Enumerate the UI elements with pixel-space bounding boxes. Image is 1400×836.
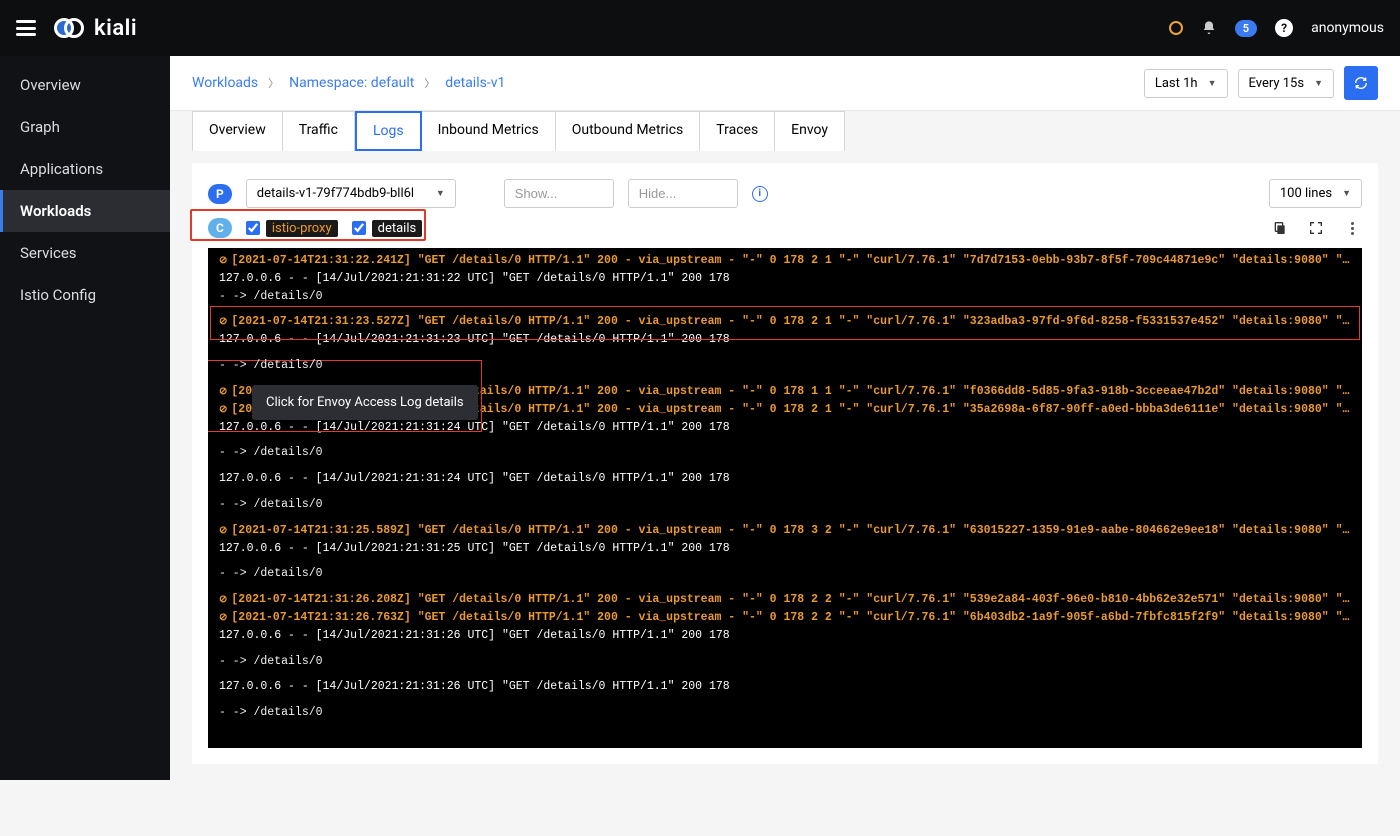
show-filter-input[interactable] [504,179,614,208]
envoy-log-tooltip: Click for Envoy Access Log details [252,385,478,420]
topbar-right: 5 ? anonymous [1169,19,1384,37]
main: Workloads 〉 Namespace: default 〉 details… [170,56,1400,780]
tab-overview[interactable]: Overview [192,111,283,151]
log-line: - -> /details/0 [216,565,1354,583]
log-controls-row-2: C istio-proxy details [208,218,1362,238]
app-name: kiali [94,16,137,41]
breadcrumb-item[interactable]: details-v1 [445,75,505,91]
log-viewer[interactable]: [2021-07-14T21:31:22.241Z] "GET /details… [208,248,1362,748]
log-line: 127.0.0.6 - - [14/Jul/2021:21:31:24 UTC]… [216,419,1354,437]
logo-icon [54,16,86,40]
tabs: OverviewTrafficLogsInbound MetricsOutbou… [170,111,1400,151]
log-line: - -> /details/0 [216,496,1354,514]
sidebar-item-istio-config[interactable]: Istio Config [0,274,170,316]
logs-panel: P details-v1-79f774bdb9-bll6l ▼ i 100 li… [192,163,1378,764]
app-logo[interactable]: kiali [54,16,137,41]
log-line[interactable]: [2021-07-14T21:31:25.589Z] "GET /details… [216,522,1354,540]
container-details-toggle[interactable]: details [352,220,423,237]
info-icon[interactable]: i [752,186,768,202]
pod-pill: P [208,184,232,204]
tab-traces[interactable]: Traces [700,111,775,151]
kebab-menu-icon[interactable] [1342,218,1362,238]
log-line: 127.0.0.6 - - [14/Jul/2021:21:31:26 UTC]… [216,678,1354,696]
breadcrumb-item[interactable]: Workloads [192,75,258,91]
line-count-label: 100 lines [1280,186,1332,201]
topbar: kiali 5 ? anonymous [0,0,1400,56]
tab-logs[interactable]: Logs [355,111,422,151]
line-count-select[interactable]: 100 lines ▼ [1269,179,1362,208]
log-line: 127.0.0.6 - - [14/Jul/2021:21:31:22 UTC]… [216,270,1354,288]
container-details-label: details [372,220,423,237]
help-icon[interactable]: ? [1275,19,1293,37]
notification-count-badge[interactable]: 5 [1235,20,1257,37]
caret-down-icon: ▼ [1314,78,1323,89]
breadcrumb-item[interactable]: Namespace: default [289,75,414,91]
refresh-interval-select[interactable]: Every 15s ▼ [1238,69,1334,98]
tooltip-text: Click for Envoy Access Log details [266,395,464,410]
log-line: - -> /details/0 [216,704,1354,722]
log-line: 127.0.0.6 - - [14/Jul/2021:21:31:25 UTC]… [216,540,1354,558]
fullscreen-icon[interactable] [1306,218,1326,238]
log-line: - -> /details/0 [216,288,1354,306]
container-istio-proxy-label: istio-proxy [266,220,338,237]
log-line: 127.0.0.6 - - [14/Jul/2021:21:31:24 UTC]… [216,470,1354,488]
chevron-right-icon: 〉 [424,75,435,91]
caret-down-icon: ▼ [1208,78,1217,89]
tab-traffic[interactable]: Traffic [283,111,355,151]
notification-bell-icon[interactable] [1201,20,1217,36]
log-line[interactable]: [2021-07-14T21:31:22.241Z] "GET /details… [216,252,1354,270]
log-line: - -> /details/0 [216,444,1354,462]
log-line: - -> /details/0 [216,653,1354,671]
container-pill: C [208,218,232,238]
breadcrumb: Workloads 〉 Namespace: default 〉 details… [192,75,505,91]
caret-down-icon: ▼ [1342,188,1351,199]
time-range-select[interactable]: Last 1h ▼ [1144,69,1228,98]
log-line[interactable]: [2021-07-14T21:31:23.527Z] "GET /details… [216,313,1354,331]
user-label[interactable]: anonymous [1311,20,1384,36]
refresh-interval-label: Every 15s [1249,76,1305,91]
sidebar-item-services[interactable]: Services [0,232,170,274]
pod-select[interactable]: details-v1-79f774bdb9-bll6l ▼ [246,179,456,208]
tab-inbound-metrics[interactable]: Inbound Metrics [422,111,556,151]
log-line: 127.0.0.6 - - [14/Jul/2021:21:31:23 UTC]… [216,331,1354,349]
sidebar-item-overview[interactable]: Overview [0,64,170,106]
sidebar-item-graph[interactable]: Graph [0,106,170,148]
log-controls-row-1: P details-v1-79f774bdb9-bll6l ▼ i 100 li… [208,179,1362,208]
menu-toggle-icon[interactable] [16,20,36,36]
log-line[interactable]: [2021-07-14T21:31:26.208Z] "GET /details… [216,591,1354,609]
tab-envoy[interactable]: Envoy [775,111,845,151]
container-istio-proxy-toggle[interactable]: istio-proxy [246,220,338,237]
sidebar: OverviewGraphApplicationsWorkloadsServic… [0,56,170,780]
log-line: 127.0.0.6 - - [14/Jul/2021:21:31:26 UTC]… [216,627,1354,645]
time-range-label: Last 1h [1155,76,1198,91]
checkbox[interactable] [352,221,366,235]
status-indicator-icon[interactable] [1169,21,1183,35]
sidebar-item-applications[interactable]: Applications [0,148,170,190]
hide-filter-input[interactable] [628,179,738,208]
log-line[interactable]: [2021-07-14T21:31:26.763Z] "GET /details… [216,609,1354,627]
copy-logs-icon[interactable] [1270,218,1290,238]
pod-select-value: details-v1-79f774bdb9-bll6l [257,186,414,201]
log-line: - -> /details/0 [216,357,1354,375]
page-header: Workloads 〉 Namespace: default 〉 details… [170,56,1400,111]
sidebar-item-workloads[interactable]: Workloads [0,190,170,232]
tab-outbound-metrics[interactable]: Outbound Metrics [556,111,701,151]
checkbox[interactable] [246,221,260,235]
refresh-button[interactable] [1344,66,1378,100]
caret-down-icon: ▼ [436,188,445,199]
chevron-right-icon: 〉 [268,75,279,91]
